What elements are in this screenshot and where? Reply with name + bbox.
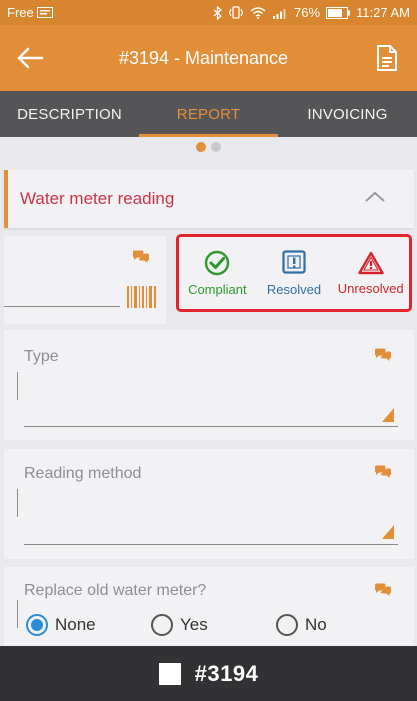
reading-method-input[interactable]: [24, 544, 398, 545]
exclamation-square-icon: [282, 249, 306, 274]
radio-circle[interactable]: [151, 614, 173, 636]
page-title: #3194 - Maintenance: [118, 47, 289, 68]
reading-method-dropdown-icon[interactable]: [382, 525, 394, 544]
tab-description[interactable]: DESCRIPTION: [0, 91, 139, 137]
status-compliant-button[interactable]: Compliant: [179, 237, 256, 309]
battery-percent: 76%: [294, 5, 321, 20]
replace-meter-label: Replace old water meter?: [24, 582, 207, 599]
type-text-cursor: [17, 372, 18, 400]
reading-method-field-card: Reading method: [4, 449, 414, 559]
meter-reading-card: [4, 236, 166, 324]
status-resolved-label: Resolved: [266, 281, 322, 297]
square-icon: [158, 662, 181, 685]
type-label: Type: [24, 348, 59, 365]
bottom-bar: #3194: [0, 646, 417, 701]
radio-no-label: No: [305, 615, 327, 634]
barcode-scan-icon[interactable]: [126, 286, 158, 308]
page-indicator: [0, 139, 417, 155]
carrier-label: Free: [7, 5, 34, 20]
status-unresolved-label: Unresolved: [337, 280, 404, 296]
reading-method-label: Reading method: [24, 465, 142, 482]
status-bar: Free 76% 11:27 AM: [0, 0, 417, 25]
section-header[interactable]: Water meter reading: [4, 170, 414, 228]
arrow-left-icon: [17, 47, 44, 69]
chevron-up-icon[interactable]: [364, 190, 386, 208]
replace-meter-text-cursor: [17, 600, 18, 628]
page-dot-2[interactable]: [211, 142, 221, 152]
section-title: Water meter reading: [20, 189, 175, 208]
app-bar: #3194 - Maintenance: [0, 25, 417, 91]
radio-circle-selected[interactable]: [26, 614, 48, 636]
status-icons: 76% 11:27 AM: [213, 5, 410, 20]
radio-no[interactable]: No: [276, 614, 401, 636]
wifi-icon: [250, 6, 266, 19]
type-field-card: Type: [4, 330, 414, 440]
meter-reading-input[interactable]: [4, 306, 120, 307]
status-compliant-label: Compliant: [188, 281, 247, 297]
reading-method-comment-icon[interactable]: [374, 465, 392, 484]
job-number: #3194: [194, 660, 259, 686]
tab-report[interactable]: REPORT: [139, 91, 278, 137]
radio-yes-label: Yes: [180, 615, 208, 634]
type-dropdown-icon[interactable]: [382, 408, 394, 427]
status-options-box: Compliant Resolved Unresolved: [176, 234, 412, 312]
signal-icon: [272, 7, 288, 19]
status-resolved-button[interactable]: Resolved: [256, 237, 333, 309]
document-icon: [377, 45, 397, 71]
comment-icon[interactable]: [132, 250, 150, 269]
replace-meter-radio-group: None Yes No: [26, 614, 401, 636]
tab-invoicing[interactable]: INVOICING: [278, 91, 417, 137]
tab-bar: DESCRIPTION REPORT INVOICING: [0, 91, 417, 137]
type-input[interactable]: [24, 426, 398, 427]
clock: 11:27 AM: [356, 5, 410, 20]
replace-meter-comment-icon[interactable]: [374, 583, 392, 602]
bluetooth-icon: [213, 5, 222, 20]
warning-triangle-icon: [357, 251, 384, 274]
document-button[interactable]: [357, 25, 417, 91]
reading-method-text-cursor: [17, 489, 18, 517]
radio-circle[interactable]: [276, 614, 298, 636]
radio-none-label: None: [55, 615, 96, 634]
notification-icon: [36, 7, 53, 18]
vibrate-icon: [228, 6, 244, 19]
battery-icon: [326, 6, 351, 19]
page-dot-1[interactable]: [196, 142, 206, 152]
check-circle-icon: [205, 250, 230, 275]
carrier: Free: [7, 5, 53, 20]
back-button[interactable]: [0, 25, 60, 91]
radio-yes[interactable]: Yes: [151, 614, 276, 636]
radio-none[interactable]: None: [26, 614, 151, 636]
status-unresolved-button[interactable]: Unresolved: [332, 237, 409, 309]
type-comment-icon[interactable]: [374, 348, 392, 367]
